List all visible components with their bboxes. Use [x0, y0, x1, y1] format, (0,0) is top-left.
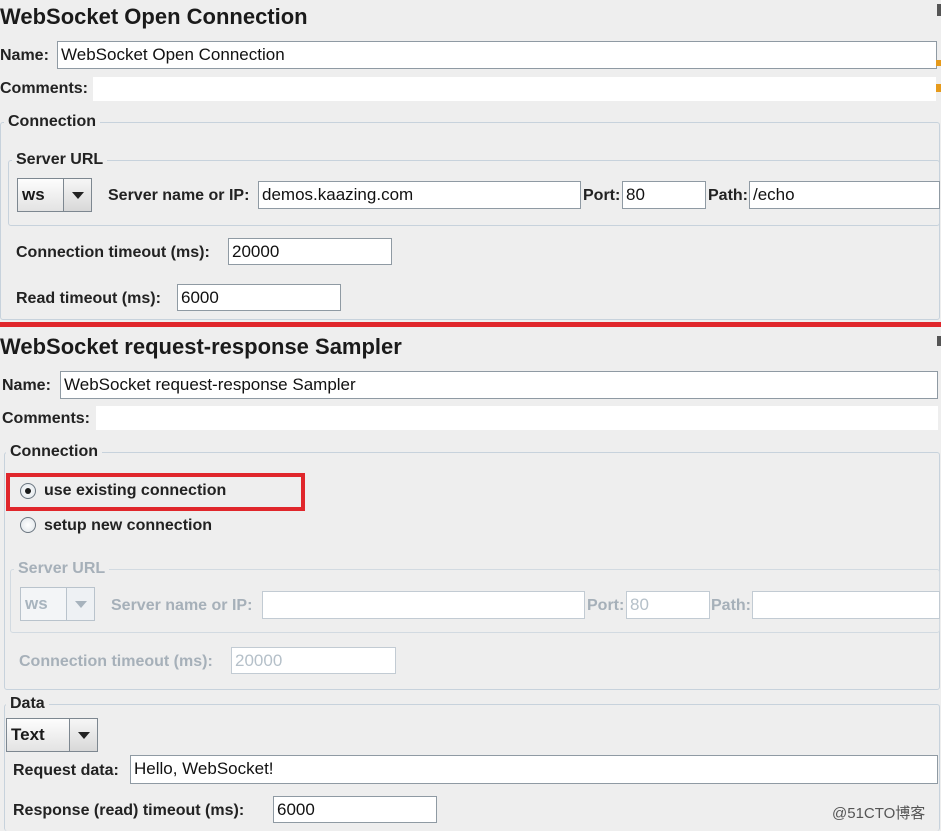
open-name-field[interactable]: WebSocket Open Connection — [57, 41, 937, 69]
chevron-down-icon — [78, 732, 90, 739]
setup-new-connection-radio[interactable] — [20, 517, 36, 533]
response-timeout-field[interactable]: 6000 — [273, 796, 437, 823]
open-connection-title: WebSocket Open Connection — [0, 4, 308, 29]
sampler-name-field[interactable]: WebSocket request-response Sampler — [60, 371, 938, 399]
sampler-server-url-legend: Server URL — [14, 559, 110, 579]
sampler-name-label: Name: — [2, 377, 51, 394]
request-data-label: Request data: — [13, 762, 119, 779]
open-conn-timeout-label: Connection timeout (ms): — [16, 244, 210, 261]
sampler-protocol-dropdown-button[interactable] — [66, 588, 94, 620]
chevron-down-icon — [72, 192, 84, 199]
sampler-conn-timeout-field[interactable]: 20000 — [231, 647, 396, 674]
sampler-path-field[interactable] — [752, 591, 940, 619]
data-type-select[interactable]: Text — [6, 718, 98, 752]
sampler-path-label: Path: — [711, 597, 751, 614]
sampler-connection-legend: Connection — [6, 442, 102, 462]
response-timeout-label: Response (read) timeout (ms): — [13, 802, 245, 819]
watermark: @51CTO博客 — [832, 805, 926, 822]
open-comments-label: Comments: — [0, 80, 89, 97]
open-protocol-select[interactable]: ws — [17, 178, 92, 212]
sampler-comments-label: Comments: — [2, 410, 91, 427]
open-protocol-value: ws — [22, 185, 45, 204]
open-conn-timeout-field[interactable]: 20000 — [228, 238, 392, 265]
open-server-url-legend: Server URL — [12, 150, 108, 170]
sampler-comments-field[interactable] — [96, 406, 938, 430]
request-data-field[interactable]: Hello, WebSocket! — [130, 755, 938, 784]
open-name-label: Name: — [0, 47, 49, 64]
data-legend: Data — [6, 694, 49, 714]
setup-new-connection-label[interactable]: setup new connection — [44, 516, 212, 536]
open-comments-field[interactable] — [93, 77, 936, 101]
open-comments-edge-mark — [936, 84, 941, 92]
sampler-title: WebSocket request-response Sampler — [0, 334, 402, 359]
open-path-label: Path: — [708, 187, 748, 204]
highlight-box — [6, 473, 305, 511]
sampler-protocol-select[interactable]: ws — [20, 587, 95, 621]
open-read-timeout-field[interactable]: 6000 — [177, 284, 341, 311]
sampler-server-label: Server name or IP: — [111, 597, 253, 614]
sampler-port-field[interactable]: 80 — [626, 591, 710, 619]
data-type-value: Text — [11, 725, 45, 744]
chevron-down-icon — [75, 601, 87, 608]
sampler-conn-timeout-label: Connection timeout (ms): — [19, 653, 213, 670]
top-edge-mark — [937, 4, 941, 16]
open-path-field[interactable]: /echo — [749, 181, 940, 209]
sampler-edge-mark — [937, 336, 941, 346]
open-edge-mark — [936, 60, 941, 66]
open-read-timeout-label: Read timeout (ms): — [16, 290, 161, 307]
open-port-label: Port: — [583, 187, 621, 204]
red-separator-line — [0, 322, 941, 327]
open-server-field[interactable]: demos.kaazing.com — [258, 181, 581, 209]
sampler-protocol-value: ws — [25, 594, 48, 613]
open-connection-legend: Connection — [4, 112, 100, 132]
sampler-port-label: Port: — [587, 597, 625, 614]
sampler-server-field[interactable] — [262, 591, 585, 619]
open-server-label: Server name or IP: — [108, 187, 250, 204]
open-port-field[interactable]: 80 — [622, 181, 706, 209]
data-type-dropdown-button[interactable] — [69, 719, 97, 751]
open-protocol-dropdown-button[interactable] — [63, 179, 91, 211]
